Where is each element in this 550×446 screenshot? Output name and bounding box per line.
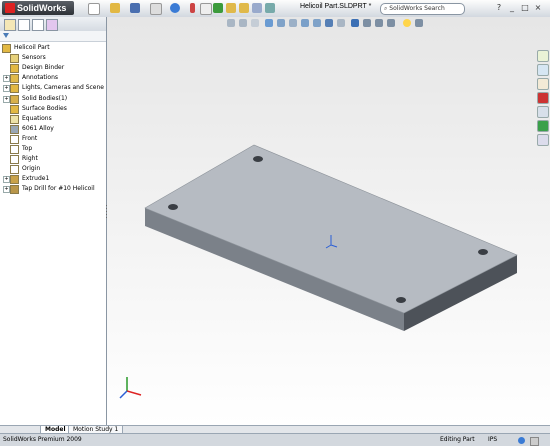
file-explorer-icon[interactable] bbox=[537, 78, 549, 90]
design-binder-icon bbox=[10, 64, 19, 74]
tree-item-label: Lights, Cameras and Scene bbox=[22, 84, 104, 92]
open-folder-icon[interactable] bbox=[110, 3, 120, 13]
graphics-area[interactable] bbox=[107, 17, 550, 425]
tree-item-label: Top bbox=[22, 145, 33, 152]
status-mode: Editing Part bbox=[440, 436, 475, 443]
tree-item-label: Right bbox=[22, 155, 38, 163]
options-icon[interactable] bbox=[226, 3, 236, 13]
tree-item-label: Surface Bodies bbox=[22, 104, 67, 112]
expand-toggle-icon[interactable]: + bbox=[3, 75, 10, 83]
tree-item-label: Front bbox=[22, 134, 38, 142]
tree-item-label: Sensors bbox=[22, 54, 46, 62]
new-document-icon[interactable] bbox=[88, 3, 100, 15]
customize-icon[interactable] bbox=[265, 3, 275, 13]
surface-bodies-icon bbox=[10, 104, 19, 114]
gear-icon[interactable] bbox=[239, 3, 249, 13]
property-manager-tab-icon[interactable] bbox=[18, 19, 30, 31]
resources-icon[interactable] bbox=[537, 50, 549, 62]
dim-xpert-tab-icon[interactable] bbox=[46, 19, 58, 31]
sensors-icon bbox=[10, 54, 19, 64]
hole-left bbox=[168, 204, 178, 210]
plane-icon bbox=[10, 134, 19, 144]
tree-item-label: Annotations bbox=[22, 74, 59, 82]
status-units[interactable]: IPS bbox=[488, 434, 497, 446]
tree-item-label: Design Binder bbox=[22, 64, 65, 72]
help-button[interactable]: ? bbox=[494, 3, 504, 13]
title-bar: SolidWorks Helicoil Part.SLDPRT * ⌕ Soli… bbox=[0, 0, 550, 18]
solidworks-logo-icon bbox=[5, 3, 15, 13]
equations-icon bbox=[10, 114, 19, 124]
tree-item-label: 6061 Alloy bbox=[22, 124, 54, 132]
document-title: Helicoil Part.SLDPRT * bbox=[300, 3, 372, 10]
tree-item-label: Helicoil Part bbox=[14, 44, 50, 51]
search-results-icon[interactable] bbox=[537, 92, 549, 104]
save-icon[interactable] bbox=[130, 3, 140, 13]
tree-filter-row[interactable] bbox=[0, 31, 106, 42]
rebuild-status-icon[interactable] bbox=[518, 437, 525, 444]
select-icon[interactable] bbox=[200, 3, 212, 15]
status-product: SolidWorks Premium 2009 bbox=[3, 436, 82, 443]
hole-right bbox=[478, 249, 488, 255]
custom-properties-icon[interactable] bbox=[537, 134, 549, 146]
expand-toggle-icon[interactable]: + bbox=[3, 176, 10, 184]
status-bar: SolidWorks Premium 2009 Editing Part IPS bbox=[0, 433, 550, 446]
tree-item-label: Extrude1 bbox=[22, 175, 50, 183]
solidworks-logo[interactable]: SolidWorks bbox=[2, 1, 74, 15]
close-button[interactable]: × bbox=[533, 3, 543, 13]
hole-front bbox=[396, 297, 406, 303]
expand-toggle-icon[interactable]: + bbox=[3, 95, 10, 103]
part-model[interactable] bbox=[107, 17, 550, 425]
tree-item-label: Equations bbox=[22, 114, 52, 122]
annotations-icon bbox=[10, 74, 19, 84]
design-library-icon[interactable] bbox=[537, 64, 549, 76]
appearances-icon[interactable] bbox=[537, 120, 549, 132]
view-icon[interactable] bbox=[252, 3, 262, 13]
triad-icon bbox=[119, 377, 142, 399]
feature-manager-tab-icon[interactable] bbox=[4, 19, 16, 31]
restore-button[interactable]: □ bbox=[520, 3, 530, 13]
material-icon bbox=[10, 124, 19, 134]
feature-manager-panel: Helicoil Part Sensors Design Binder + Annota… bbox=[0, 17, 109, 425]
expand-toggle-icon[interactable]: + bbox=[3, 85, 10, 93]
filter-icon[interactable] bbox=[3, 33, 9, 38]
minimize-button[interactable]: _ bbox=[507, 3, 517, 13]
part-icon bbox=[2, 44, 11, 53]
lights-icon bbox=[10, 84, 19, 94]
origin-icon bbox=[10, 165, 19, 175]
configuration-manager-tab-icon[interactable] bbox=[32, 19, 44, 31]
plane-icon bbox=[10, 155, 19, 165]
hole-back bbox=[253, 156, 263, 162]
tree-item-label: Origin bbox=[22, 165, 41, 173]
view-palette-icon[interactable] bbox=[537, 106, 549, 118]
search-input[interactable]: ⌕ SolidWorks Search bbox=[380, 3, 465, 15]
plane-icon bbox=[10, 145, 19, 154]
rebuild-icon[interactable] bbox=[190, 3, 195, 13]
tree-item-label: Solid Bodies(1) bbox=[22, 94, 68, 102]
manager-tabs bbox=[0, 17, 106, 31]
file-properties-icon[interactable] bbox=[213, 3, 223, 13]
undo-icon[interactable] bbox=[170, 3, 180, 13]
hole-icon bbox=[10, 185, 19, 195]
extrude-icon bbox=[10, 175, 19, 185]
print-icon[interactable] bbox=[150, 3, 162, 15]
expand-toggle-icon[interactable]: + bbox=[3, 186, 10, 194]
tree-item-label: Tap Drill for #10 Helicoil bbox=[22, 185, 95, 193]
solid-bodies-icon bbox=[10, 94, 19, 104]
